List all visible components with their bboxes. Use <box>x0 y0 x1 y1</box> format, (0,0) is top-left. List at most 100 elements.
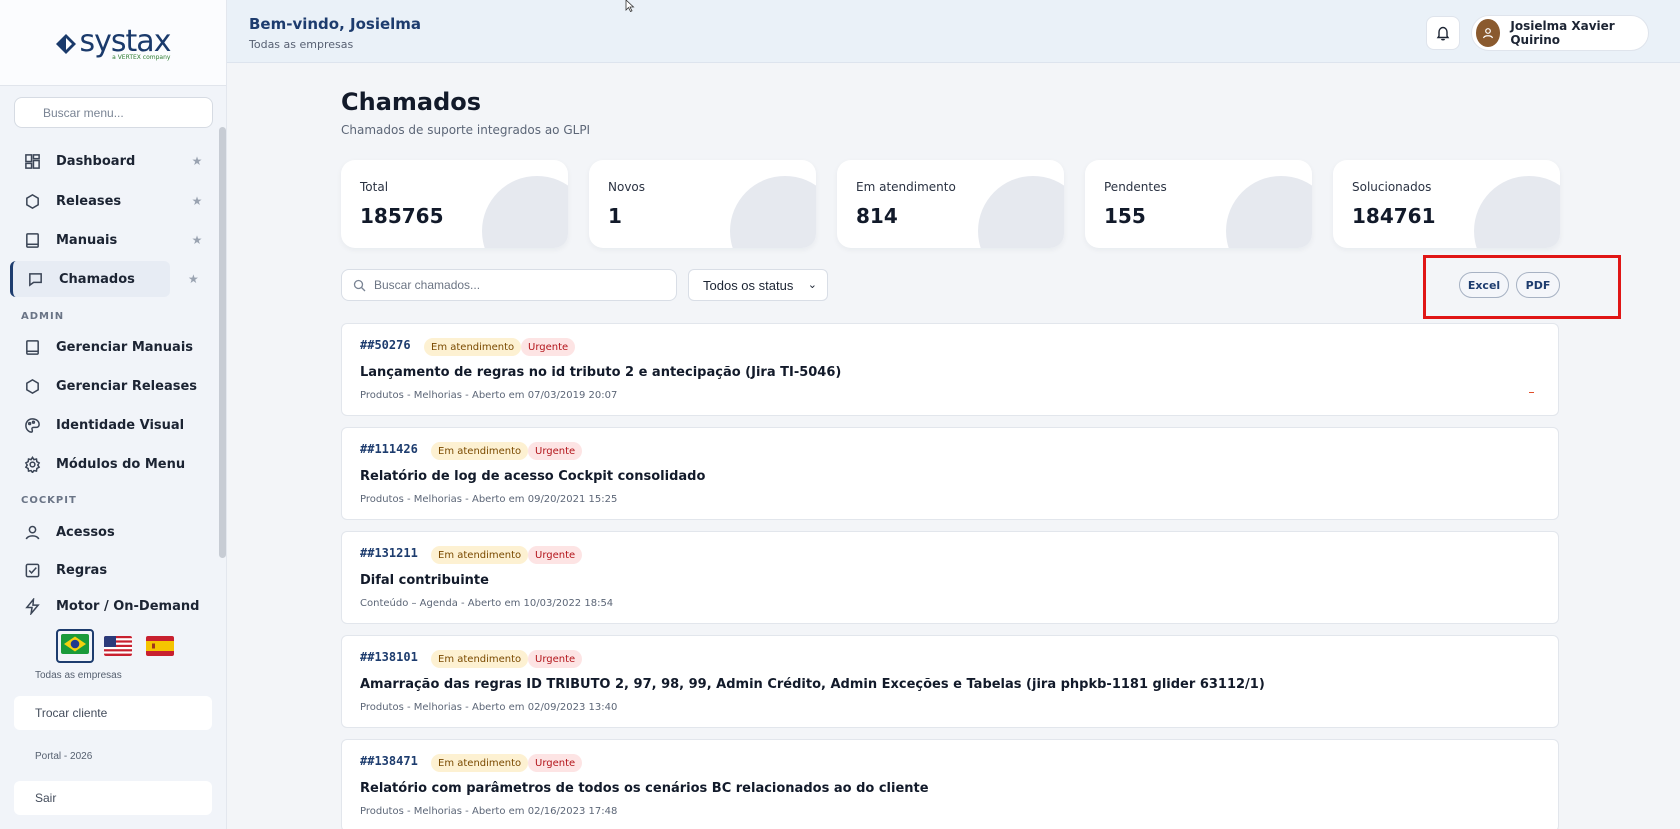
ticket-meta: Produtos - Melhorias - Aberto em 09/20/2… <box>360 494 618 505</box>
stat-value: 155 <box>1104 204 1146 228</box>
star-icon[interactable]: ★ <box>190 194 204 208</box>
status-badge: Em atendimento <box>431 546 529 564</box>
status-badge: Em atendimento <box>431 442 529 460</box>
ticket-card[interactable]: ##111426 Em atendimento Urgente Relatóri… <box>341 427 1559 520</box>
sidebar-item-label: Manuais <box>56 232 118 248</box>
stat-value: 814 <box>856 204 898 228</box>
usa-flag-icon[interactable] <box>104 636 132 656</box>
priority-badge: Urgente <box>528 650 583 668</box>
language-selector <box>56 629 174 663</box>
stat-label: Em atendimento <box>856 180 956 194</box>
top-header: Bem-vindo, Josielma Todas as empresas Jo… <box>227 0 1680 63</box>
stat-decoration <box>1474 176 1560 248</box>
bolt-icon <box>22 596 42 616</box>
ticket-meta: Produtos - Melhorias - Aberto em 07/03/2… <box>360 390 618 401</box>
sidebar-item-gerenciar-releases[interactable]: Gerenciar Releases <box>10 368 210 404</box>
checkbox-icon <box>22 560 42 580</box>
sidebar-companies-label: Todas as empresas <box>35 670 122 681</box>
stat-card-solucionados: Solucionados 184761 <box>1333 160 1560 248</box>
dashboard-icon <box>22 151 42 171</box>
sidebar-item-manuais[interactable]: Manuais ★ <box>10 222 210 258</box>
ticket-meta: Produtos - Melhorias - Aberto em 02/16/2… <box>360 806 618 817</box>
sidebar-item-dashboard[interactable]: Dashboard ★ <box>10 143 210 179</box>
sidebar-item-acessos[interactable]: Acessos <box>10 514 210 550</box>
star-icon[interactable]: ★ <box>188 272 202 286</box>
menu-search-input[interactable]: Buscar menu... <box>14 97 213 128</box>
logout-button[interactable]: Sair <box>14 781 212 815</box>
search-placeholder: Buscar chamados... <box>374 278 481 292</box>
user-avatar-icon <box>1483 28 1494 39</box>
priority-badge: Urgente <box>528 754 583 772</box>
priority-badge: Urgente <box>528 442 583 460</box>
sidebar-scrollbar[interactable] <box>219 127 226 558</box>
priority-badge: Urgente <box>521 338 576 356</box>
ticket-title: Relatório com parâmetros de todos os cen… <box>360 781 929 796</box>
stat-label: Total <box>360 180 389 194</box>
sidebar-item-label: Dashboard <box>56 153 136 169</box>
sidebar-item-regras[interactable]: Regras <box>10 552 210 588</box>
stat-value: 184761 <box>1352 204 1436 228</box>
stat-card-novos: Novos 1 <box>589 160 816 248</box>
portal-version-label: Portal - 2026 <box>35 751 93 762</box>
ticket-id: ##50276 <box>360 338 411 352</box>
page-title: Chamados <box>341 88 482 116</box>
ticket-card[interactable]: ##50276 Em atendimento Urgente Lançament… <box>341 323 1559 416</box>
ticket-card[interactable]: ##138101 Em atendimento Urgente Amarraçã… <box>341 635 1559 728</box>
star-icon[interactable]: ★ <box>190 233 204 247</box>
export-pdf-button[interactable]: PDF <box>1516 272 1560 298</box>
ticket-title: Difal contribuinte <box>360 573 489 588</box>
sidebar-item-label: Releases <box>56 193 122 209</box>
brand-logo[interactable]: systax a VERTEX company <box>0 0 226 86</box>
stat-card-em-atendimento: Em atendimento 814 <box>837 160 1064 248</box>
status-filter-value: Todos os status <box>703 277 794 293</box>
ticket-id: ##138471 <box>360 754 418 768</box>
ticket-card[interactable]: ##131211 Em atendimento Urgente Difal co… <box>341 531 1559 624</box>
sidebar-item-chamados[interactable]: Chamados <box>10 261 170 297</box>
spain-flag-icon[interactable] <box>146 636 174 656</box>
sidebar-item-identidade-visual[interactable]: Identidade Visual <box>10 407 210 443</box>
hexagon-icon <box>22 376 42 396</box>
ticket-id: ##111426 <box>360 442 418 456</box>
sidebar-item-releases[interactable]: Releases ★ <box>10 183 210 219</box>
stat-value: 1 <box>608 204 622 228</box>
tickets-search-input[interactable]: Buscar chamados... <box>341 269 677 301</box>
palette-icon <box>22 415 42 435</box>
status-filter-select[interactable]: Todos os status ⌄ <box>688 269 828 301</box>
sidebar-item-label: Gerenciar Releases <box>56 378 198 394</box>
switch-client-button[interactable]: Trocar cliente <box>14 696 212 730</box>
ticket-title: Amarração das regras ID TRIBUTO 2, 97, 9… <box>360 677 1265 692</box>
stat-decoration <box>1226 176 1312 248</box>
stat-decoration <box>730 176 816 248</box>
page-subtitle: Chamados de suporte integrados ao GLPI <box>341 123 591 137</box>
sidebar-item-label: Chamados <box>59 271 135 287</box>
sidebar-item-gerenciar-manuais[interactable]: Gerenciar Manuais <box>10 329 210 365</box>
stat-card-pendentes: Pendentes 155 <box>1085 160 1312 248</box>
stat-label: Pendentes <box>1104 180 1167 194</box>
notifications-button[interactable] <box>1426 16 1460 50</box>
book-icon <box>22 230 42 250</box>
status-badge: Em atendimento <box>431 754 529 772</box>
search-icon <box>353 279 366 291</box>
gear-icon <box>22 454 42 474</box>
header-companies-text: Todas as empresas <box>249 38 354 51</box>
hexagon-icon <box>22 191 42 211</box>
stat-decoration <box>482 176 568 248</box>
sidebar-item-modulos-menu[interactable]: Módulos do Menu <box>10 446 210 482</box>
sidebar-item-motor-on-demand[interactable]: Motor / On-Demand <box>10 588 210 624</box>
welcome-text: Bem-vindo, Josielma <box>249 15 422 33</box>
chat-icon <box>25 269 45 289</box>
priority-badge: Urgente <box>528 546 583 564</box>
sidebar-item-label: Acessos <box>56 524 115 540</box>
user-menu-button[interactable]: Josielma Xavier Quirino <box>1471 15 1649 51</box>
language-pt-br[interactable] <box>56 629 94 663</box>
star-icon[interactable]: ★ <box>190 154 204 168</box>
ticket-meta: Conteúdo – Agenda - Aberto em 10/03/2022… <box>360 598 614 609</box>
section-label-cockpit: COCKPIT <box>21 495 77 506</box>
ticket-card[interactable]: ##138471 Em atendimento Urgente Relatóri… <box>341 739 1559 829</box>
sidebar: systax a VERTEX company Buscar menu... D… <box>0 0 227 829</box>
mouse-cursor-icon <box>625 0 635 12</box>
brazil-flag-icon <box>61 634 89 654</box>
export-excel-button[interactable]: Excel <box>1459 272 1509 298</box>
stat-value: 185765 <box>360 204 444 228</box>
sidebar-item-label: Módulos do Menu <box>56 456 186 472</box>
